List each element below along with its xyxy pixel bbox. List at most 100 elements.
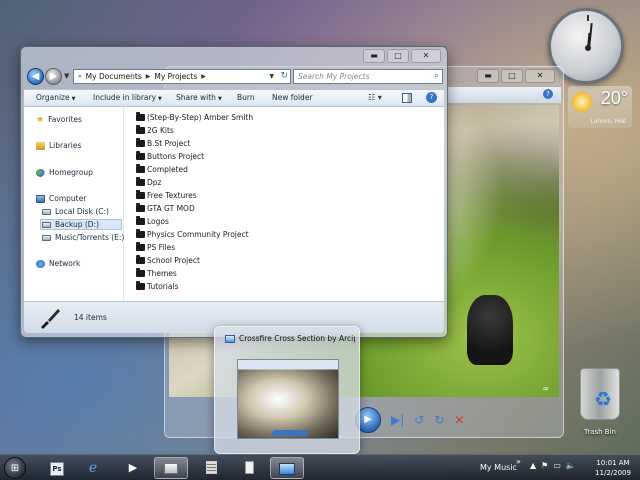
chevron-down-icon: ▼ — [71, 96, 76, 102]
maximize-button[interactable]: □ — [501, 69, 523, 83]
list-item[interactable]: Completed — [136, 164, 188, 174]
drive-icon — [42, 234, 51, 241]
taskbar-solitaire[interactable] — [232, 457, 266, 479]
list-item[interactable]: Physics Community Project — [136, 229, 249, 239]
photo-viewer-icon — [279, 463, 295, 475]
taskbar-explorer[interactable] — [154, 457, 188, 479]
taskbar-calculator[interactable] — [194, 457, 228, 479]
nav-computer[interactable]: Computer — [36, 194, 86, 203]
folder-name: Physics Community Project — [147, 230, 249, 239]
rotate-right-icon[interactable]: ↻ — [434, 413, 444, 427]
nav-favorites[interactable]: ★ Favorites — [36, 115, 82, 124]
share-with-button[interactable]: Share with ▼ — [176, 93, 222, 102]
next-icon[interactable]: ▶| — [391, 413, 404, 427]
breadcrumb-my-documents[interactable]: My Documents — [86, 72, 142, 81]
address-bar[interactable]: « My Documents ▶ My Projects ▶ ▼ ↻ — [73, 69, 291, 84]
card-icon — [244, 461, 254, 474]
clock-tick — [587, 15, 589, 21]
nav-local-disk[interactable]: Local Disk (C:) — [42, 207, 109, 216]
explorer-window[interactable]: ▬ □ ✕ ◀ ▶ ▼ « My Documents ▶ My Projects… — [20, 46, 448, 338]
start-button[interactable]: ⊞ — [4, 457, 26, 479]
list-item[interactable]: School Project — [136, 255, 200, 265]
include-in-library-button[interactable]: Include in library ▼ — [93, 93, 162, 102]
list-item[interactable]: Logos — [136, 216, 169, 226]
address-root-chevron[interactable]: « — [78, 73, 82, 80]
show-hidden-icons[interactable]: ▲ — [530, 461, 536, 470]
viewer-controls: ▶ ▶| ↺ ↻ ✕ — [355, 407, 464, 433]
photo-viewer-icon — [225, 335, 235, 343]
action-center-flag-icon[interactable]: ⚑ — [541, 461, 548, 470]
nav-backup[interactable]: Backup (D:) — [40, 219, 122, 230]
chevron-right-icon[interactable]: ▶ — [146, 73, 151, 80]
taskbar-thumbnail-preview[interactable]: Crossfire Cross Section by Arcip... — [214, 326, 360, 454]
trash-bin-label: Trash Bin — [584, 428, 616, 436]
nav-music-torrents[interactable]: Music/Torrents (E:) — [42, 233, 124, 242]
close-button[interactable]: ✕ — [411, 49, 441, 63]
folder-name: Free Textures — [147, 191, 197, 200]
folder-icon — [136, 164, 145, 173]
nav-label: Libraries — [49, 141, 82, 150]
list-item[interactable]: PS Files — [136, 242, 175, 252]
toolbar-my-music[interactable]: My Music — [480, 463, 517, 472]
folder-icon — [136, 203, 145, 212]
volume-icon[interactable]: 🔈 — [566, 461, 576, 470]
taskbar-photoshop[interactable]: Ps — [40, 457, 74, 479]
drive-icon — [42, 208, 51, 215]
change-view-icon[interactable]: ☷ ▾ — [368, 93, 382, 102]
taskbar-photo-viewer[interactable] — [270, 457, 304, 479]
list-item[interactable]: Free Textures — [136, 190, 197, 200]
delete-icon[interactable]: ✕ — [454, 413, 464, 427]
minimize-button[interactable]: ▬ — [477, 69, 499, 83]
network-icon — [36, 259, 45, 268]
weather-gadget[interactable]: 20° Lahore, PAK — [568, 86, 632, 128]
nav-network[interactable]: Network — [36, 259, 80, 268]
list-item[interactable]: (Step-By-Step) Amber Smith — [136, 112, 254, 122]
burn-button[interactable]: Burn — [237, 93, 255, 102]
list-item[interactable]: Buttons Project — [136, 151, 204, 161]
minimize-button[interactable]: ▬ — [363, 49, 385, 63]
maximize-button[interactable]: □ — [387, 49, 409, 63]
nav-label: Computer — [49, 194, 87, 203]
back-button[interactable]: ◀ — [27, 68, 44, 85]
folder-icon — [136, 229, 145, 238]
folder-name: Themes — [147, 269, 177, 278]
chevron-right-icon[interactable]: ▶ — [201, 73, 206, 80]
recent-pages-dropdown[interactable]: ▼ — [64, 72, 69, 80]
photo-signature: ∞ — [542, 384, 549, 393]
list-item[interactable]: GTA GT MOD — [136, 203, 195, 213]
toolbar-expand-icon[interactable]: » — [516, 457, 521, 466]
forward-button[interactable]: ▶ — [45, 68, 62, 85]
nav-homegroup[interactable]: Homegroup — [36, 168, 93, 177]
organize-button[interactable]: Organize ▼ — [36, 93, 75, 102]
list-item[interactable]: B.St Project — [136, 138, 190, 148]
list-item[interactable]: Tutorials — [136, 281, 178, 291]
thumbnail-image[interactable] — [237, 359, 339, 439]
preview-pane-icon[interactable] — [402, 93, 412, 103]
trash-bin[interactable]: ♻ Trash Bin — [576, 366, 624, 438]
help-icon[interactable]: ? — [543, 89, 553, 99]
taskbar-internet-explorer[interactable]: e — [76, 457, 110, 479]
viewer-caption-buttons: ▬ □ ✕ — [477, 69, 555, 83]
system-clock[interactable]: 10:01 AM 11/2/2009 — [590, 458, 636, 478]
new-folder-button[interactable]: New folder — [272, 93, 313, 102]
search-input[interactable]: Search My Projects ⌕ — [293, 69, 443, 84]
folder-name: (Step-By-Step) Amber Smith — [147, 113, 254, 122]
help-icon[interactable]: ? — [426, 92, 437, 103]
nav-libraries[interactable]: Libraries — [36, 141, 81, 150]
list-item[interactable]: Themes — [136, 268, 177, 278]
list-item[interactable]: Dpz — [136, 177, 161, 187]
breadcrumb-my-projects[interactable]: My Projects — [154, 72, 197, 81]
search-icon[interactable]: ⌕ — [434, 71, 439, 81]
chevron-down-icon: ▼ — [158, 96, 162, 102]
close-button[interactable]: ✕ — [525, 69, 555, 83]
taskbar-media-player[interactable]: ▶ — [116, 457, 150, 479]
network-icon[interactable]: ▭ — [553, 461, 561, 470]
folder-icon — [136, 177, 145, 186]
calculator-icon — [205, 461, 217, 474]
homegroup-icon — [36, 168, 45, 177]
rotate-left-icon[interactable]: ↺ — [414, 413, 424, 427]
photo-figure — [467, 295, 513, 365]
address-dropdown-icon[interactable]: ▼ — [269, 73, 274, 80]
list-item[interactable]: 2G Kits — [136, 125, 174, 135]
refresh-icon[interactable]: ↻ — [280, 71, 288, 81]
